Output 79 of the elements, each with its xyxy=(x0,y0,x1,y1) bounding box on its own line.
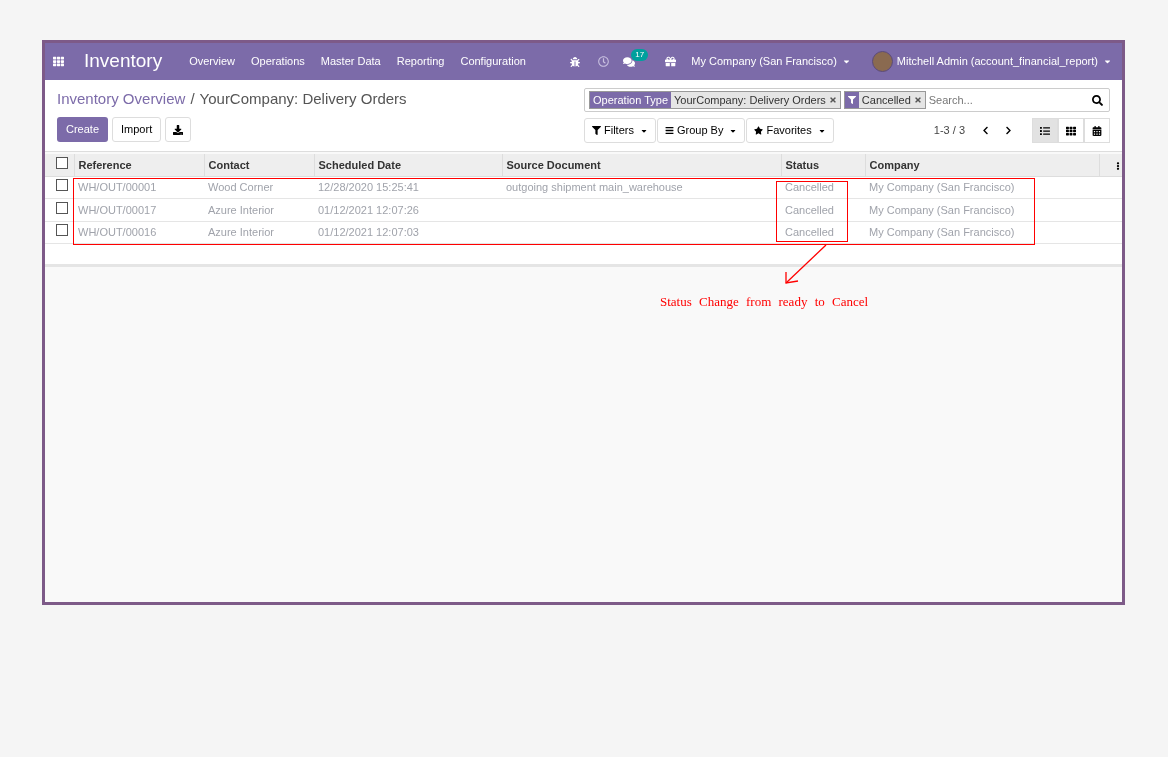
kanban-view-button[interactable] xyxy=(1058,118,1084,143)
breadcrumb-link[interactable]: Inventory Overview xyxy=(57,87,186,111)
breadcrumb-current: YourCompany: Delivery Orders xyxy=(199,88,407,109)
search-field[interactable]: Operation Type YourCompany: Delivery Orders Cancelled Search... xyxy=(584,88,1110,112)
column-header[interactable]: Scheduled Date xyxy=(314,154,502,176)
table-cell: Azure Interior xyxy=(208,226,275,238)
filter-icon xyxy=(592,126,601,135)
menu-item[interactable]: Reporting xyxy=(388,53,453,70)
menu-item[interactable]: Configuration xyxy=(452,53,534,70)
table-cell: outgoing shipment main_warehouse xyxy=(506,181,683,193)
column-header[interactable]: Reference xyxy=(74,154,204,176)
filter-icon xyxy=(847,96,856,104)
chat-icon[interactable] xyxy=(623,55,636,68)
table-cell: WH/OUT/00001 xyxy=(78,181,157,193)
column-header[interactable]: Contact xyxy=(204,154,314,176)
table-cell: Azure Interior xyxy=(208,203,275,216)
column-header[interactable]: Company xyxy=(865,154,1099,176)
bug-icon[interactable] xyxy=(570,56,581,67)
calendar-icon xyxy=(1092,125,1102,136)
message-count-badge: 17 xyxy=(631,48,649,61)
caret-icon xyxy=(841,57,851,66)
breadcrumb-separator: / xyxy=(190,88,195,109)
table-cell: WH/OUT/00017 xyxy=(78,203,157,216)
company-switcher[interactable]: My Company (San Francisco) xyxy=(691,53,851,70)
download-button[interactable] xyxy=(165,117,192,142)
list-icon xyxy=(1040,125,1050,136)
facet-value: YourCompany: Delivery Orders xyxy=(673,92,827,108)
kanban-icon xyxy=(1066,125,1076,136)
search-option-dropdown[interactable]: Group By xyxy=(656,118,746,143)
facet-label: Operation Type xyxy=(590,92,671,108)
table-cell: 01/12/2021 12:07:03 xyxy=(318,226,419,238)
clock-icon[interactable] xyxy=(598,56,610,67)
create-button[interactable]: Create xyxy=(57,117,109,142)
search-option-dropdown[interactable]: Favorites xyxy=(746,118,834,143)
checkbox[interactable] xyxy=(56,201,68,214)
search-input[interactable]: Search... xyxy=(928,91,1089,109)
search-icon[interactable] xyxy=(1092,94,1103,106)
table-cell: My Company (San Francisco) xyxy=(869,181,1015,193)
annotation-text: Status Change from ready to Cancel xyxy=(660,293,869,311)
menu-item[interactable]: Operations xyxy=(243,53,313,70)
table-cell: My Company (San Francisco) xyxy=(869,203,1015,216)
facet-value: Cancelled xyxy=(860,92,912,108)
checkbox[interactable] xyxy=(56,179,68,191)
next-icon[interactable] xyxy=(1004,126,1013,135)
bars-icon xyxy=(664,126,674,135)
menu-item[interactable]: Overview xyxy=(181,53,243,70)
column-header[interactable]: Source Document xyxy=(502,154,781,176)
table-cell: Cancelled xyxy=(785,181,834,193)
column-options-icon[interactable] xyxy=(1114,161,1122,170)
previous-icon[interactable] xyxy=(981,126,990,135)
search-facet[interactable]: Operation Type YourCompany: Delivery Orders xyxy=(589,91,841,109)
caret-icon xyxy=(1103,57,1112,66)
avatar xyxy=(871,51,893,72)
calendar-view-button[interactable] xyxy=(1084,118,1110,143)
search-option-dropdown[interactable]: Filters xyxy=(584,118,656,143)
table-cell: Wood Corner xyxy=(208,181,274,193)
annotation-arrow xyxy=(785,244,827,284)
table-cell: Cancelled xyxy=(785,203,834,216)
remove-icon[interactable] xyxy=(913,96,922,104)
pager-value[interactable]: 1-3 / 3 xyxy=(933,122,965,139)
menu-item[interactable]: Master Data xyxy=(312,53,389,70)
table-cell: 12/28/2020 15:25:41 xyxy=(318,181,419,193)
column-header[interactable]: Status xyxy=(781,154,865,176)
list-view-button[interactable] xyxy=(1032,118,1058,143)
table-cell: Cancelled xyxy=(785,226,834,238)
checkbox[interactable] xyxy=(56,156,68,169)
star-icon xyxy=(754,126,764,135)
table-cell: 01/12/2021 12:07:26 xyxy=(318,203,419,216)
table-cell: WH/OUT/00016 xyxy=(78,226,157,238)
user-menu[interactable]: Mitchell Admin (account_financial_report) xyxy=(896,53,1112,70)
import-button[interactable]: Import xyxy=(112,117,162,142)
download-icon xyxy=(173,124,184,135)
search-facet[interactable]: Cancelled xyxy=(843,91,926,109)
table-cell: My Company (San Francisco) xyxy=(869,226,1015,238)
app-name[interactable]: Inventory xyxy=(84,47,163,76)
apps-menu-icon[interactable] xyxy=(53,56,64,67)
gift-icon[interactable] xyxy=(665,56,677,67)
checkbox[interactable] xyxy=(56,224,68,236)
remove-icon[interactable] xyxy=(828,96,837,104)
